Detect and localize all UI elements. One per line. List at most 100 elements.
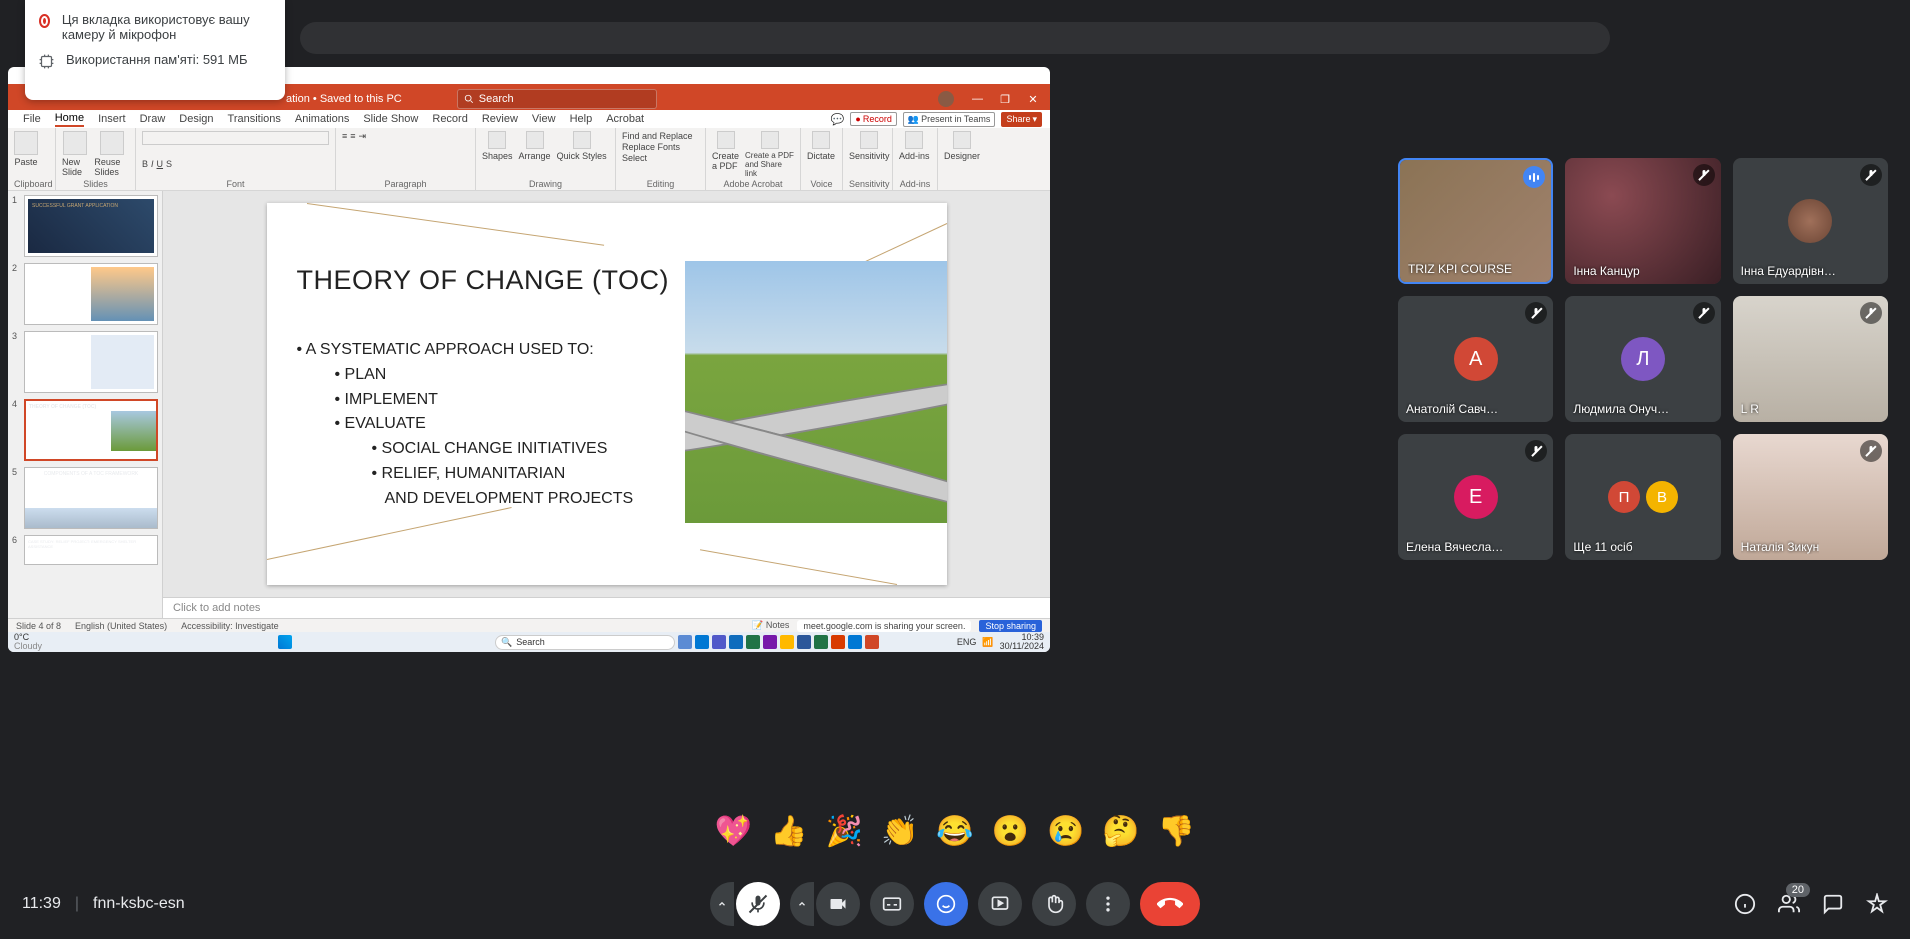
minimize-button[interactable]: — <box>972 93 982 105</box>
chat-button[interactable] <box>1822 893 1844 915</box>
slide-canvas[interactable]: THEORY OF CHANGE (TOC) A SYSTEMATIC APPR… <box>163 191 1050 597</box>
sensitivity-button[interactable]: Sensitivity <box>849 131 890 161</box>
share-button[interactable]: Share ▾ <box>1001 112 1042 127</box>
taskbar-app[interactable] <box>831 635 845 649</box>
reaction-emoji[interactable]: 🎉 <box>826 814 863 849</box>
present-teams-button[interactable]: 👥 Present in Teams <box>903 112 996 127</box>
share-pdf-button[interactable]: Create a PDF and Share link <box>745 131 794 178</box>
reaction-emoji[interactable]: 💖 <box>715 814 752 849</box>
participant-tile[interactable]: Інна Канцур <box>1565 158 1720 284</box>
camera-toggle-button[interactable] <box>816 882 860 926</box>
reaction-emoji[interactable]: 😂 <box>936 814 973 849</box>
taskbar-app[interactable] <box>678 635 692 649</box>
start-button[interactable] <box>278 635 292 649</box>
mic-options-button[interactable] <box>710 882 734 926</box>
people-button[interactable]: 20 <box>1778 893 1800 915</box>
taskbar-app[interactable] <box>814 635 828 649</box>
tab-draw[interactable]: Draw <box>140 113 166 125</box>
quickstyles-button[interactable]: Quick Styles <box>557 131 607 161</box>
taskbar-app[interactable] <box>746 635 760 649</box>
taskbar-app[interactable] <box>763 635 777 649</box>
tab-home[interactable]: Home <box>55 112 84 127</box>
weather-widget[interactable]: 0°CCloudy <box>14 633 42 651</box>
create-pdf-button[interactable]: Create a PDF <box>712 131 739 171</box>
addins-button[interactable]: Add-ins <box>899 131 930 161</box>
paste-button[interactable]: Paste <box>14 131 38 167</box>
activities-button[interactable] <box>1866 893 1888 915</box>
bullets-button[interactable]: ≡ <box>342 131 347 141</box>
reaction-emoji[interactable]: 🤔 <box>1102 814 1139 849</box>
browser-address-bar[interactable] <box>300 22 1610 54</box>
taskbar-app[interactable] <box>865 635 879 649</box>
tab-slideshow[interactable]: Slide Show <box>363 113 418 125</box>
tray-lang[interactable]: ENG <box>957 637 977 647</box>
tab-insert[interactable]: Insert <box>98 113 126 125</box>
tab-record[interactable]: Record <box>432 113 467 125</box>
thumb-4[interactable]: THEORY OF CHANGE (TOC) <box>24 399 158 461</box>
taskbar-app[interactable] <box>695 635 709 649</box>
tab-view[interactable]: View <box>532 113 556 125</box>
meeting-details-button[interactable] <box>1734 893 1756 915</box>
notes-pane[interactable]: Click to add notes <box>163 597 1050 619</box>
captions-button[interactable] <box>870 882 914 926</box>
comments-icon[interactable]: 💬 <box>831 113 845 126</box>
participant-tile[interactable]: Наталія Зикун <box>1733 434 1888 560</box>
maximize-button[interactable]: ❐ <box>1000 93 1010 106</box>
font-selector[interactable] <box>142 131 329 145</box>
tab-help[interactable]: Help <box>570 113 593 125</box>
participant-tile[interactable]: ААнатолій Савч… <box>1398 296 1553 422</box>
reaction-emoji[interactable]: 😢 <box>1047 814 1084 849</box>
reaction-emoji[interactable]: 👍 <box>770 814 807 849</box>
present-button[interactable] <box>978 882 1022 926</box>
mic-toggle-button[interactable] <box>736 882 780 926</box>
tab-review[interactable]: Review <box>482 113 518 125</box>
underline-button[interactable]: U <box>157 159 164 169</box>
participant-tile[interactable]: ПВЩе 11 осіб <box>1565 434 1720 560</box>
windows-search[interactable]: 🔍 Search <box>495 635 675 650</box>
thumb-6[interactable]: CASE STUDY: RELIEF PROJECT: EMERGENCY SH… <box>24 535 158 565</box>
tab-acrobat[interactable]: Acrobat <box>606 113 644 125</box>
user-avatar[interactable] <box>938 91 954 107</box>
reuse-slides-button[interactable]: Reuse Slides <box>94 131 129 177</box>
italic-button[interactable]: I <box>151 159 154 169</box>
participant-tile[interactable]: Інна Едуардівн… <box>1733 158 1888 284</box>
record-button[interactable]: ● Record <box>850 112 896 126</box>
camera-options-button[interactable] <box>790 882 814 926</box>
tab-design[interactable]: Design <box>179 113 213 125</box>
shapes-button[interactable]: Shapes <box>482 131 513 161</box>
participant-tile[interactable]: ЕЕлена Вячесла… <box>1398 434 1553 560</box>
designer-button[interactable]: Designer <box>944 131 980 161</box>
tray-wifi-icon[interactable]: 📶 <box>982 637 993 648</box>
dictate-button[interactable]: Dictate <box>807 131 835 161</box>
reaction-emoji[interactable]: 👎 <box>1158 814 1195 849</box>
reactions-button[interactable] <box>924 882 968 926</box>
find-button[interactable]: Find and Replace <box>622 131 693 141</box>
more-options-button[interactable] <box>1086 882 1130 926</box>
indent-button[interactable]: ⇥ <box>359 131 367 142</box>
thumb-5[interactable]: COMPONENTS OF A TOC FRAMEWORK <box>24 467 158 529</box>
taskbar-app[interactable] <box>797 635 811 649</box>
taskbar-app[interactable] <box>712 635 726 649</box>
select-button[interactable]: Select <box>622 153 647 163</box>
numbering-button[interactable]: ≡ <box>350 131 355 141</box>
participant-tile[interactable]: L R <box>1733 296 1888 422</box>
thumb-1[interactable]: SUCCESSFUL GRANT APPLICATION <box>24 195 158 257</box>
language-status[interactable]: English (United States) <box>75 621 167 631</box>
tab-file[interactable]: File <box>23 113 41 125</box>
reaction-emoji[interactable]: 😮 <box>992 814 1029 849</box>
notes-toggle[interactable]: 📝 Notes <box>752 620 789 631</box>
taskbar-app[interactable] <box>780 635 794 649</box>
close-button[interactable]: ✕ <box>1028 93 1038 106</box>
thumb-3[interactable] <box>24 331 158 393</box>
participant-tile[interactable]: TRIZ KPI COURSE <box>1398 158 1553 284</box>
replace-button[interactable]: Replace Fonts <box>622 142 680 152</box>
tab-animations[interactable]: Animations <box>295 113 349 125</box>
end-call-button[interactable] <box>1140 882 1200 926</box>
raise-hand-button[interactable] <box>1032 882 1076 926</box>
taskbar-app[interactable] <box>729 635 743 649</box>
tab-transitions[interactable]: Transitions <box>228 113 281 125</box>
participant-tile[interactable]: ЛЛюдмила Онуч… <box>1565 296 1720 422</box>
accessibility-status[interactable]: Accessibility: Investigate <box>181 621 279 631</box>
reaction-emoji[interactable]: 👏 <box>881 814 918 849</box>
arrange-button[interactable]: Arrange <box>519 131 551 161</box>
